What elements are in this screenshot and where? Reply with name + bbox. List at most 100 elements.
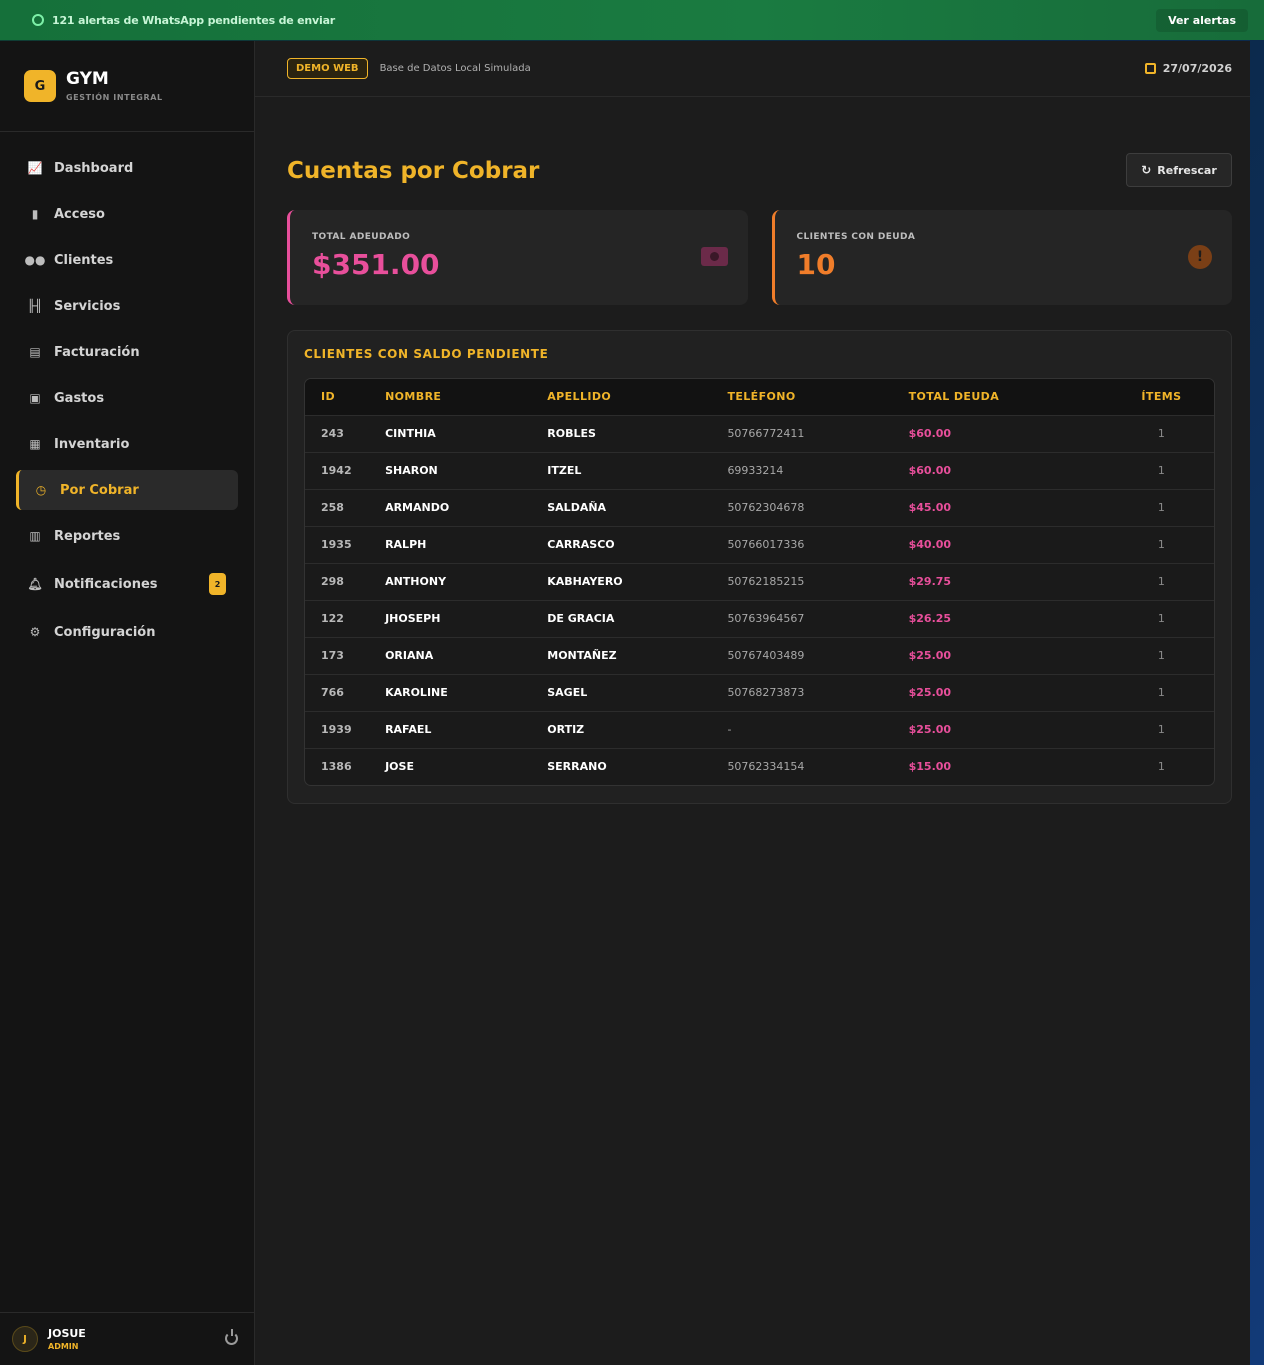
refresh-label: Refrescar (1157, 163, 1217, 177)
brand-logo: G (24, 70, 56, 102)
whatsapp-icon (32, 14, 44, 26)
brand: G GYM GESTIÓN INTEGRAL (0, 41, 254, 132)
bell-icon: 🔔︎ (27, 577, 43, 591)
sidebar-item-label: Configuración (54, 624, 156, 640)
cell-nombre: JHOSEPH (385, 612, 441, 625)
cell-total-deuda: $26.25 (908, 612, 952, 625)
table-row[interactable]: 173 ORIANA MONTAÑEZ 50767403489 $25.00 1 (305, 637, 1214, 674)
table-header-row: ID NOMBRE APELLIDO TELÉFONO TOTAL DEUDA … (305, 379, 1214, 415)
boxes-icon: ▦ (29, 437, 41, 451)
column-header-items[interactable]: ÍTEMS (1109, 379, 1214, 415)
sidebar-item-label: Facturación (54, 344, 140, 360)
column-header-id[interactable]: ID (305, 379, 385, 415)
cell-nombre: CINTHIA (385, 427, 436, 440)
sidebar-item-acceso[interactable]: ▮ Acceso (16, 194, 238, 234)
cell-id: 1935 (321, 538, 352, 551)
brand-name: GYM (66, 69, 109, 90)
cell-id: 243 (321, 427, 344, 440)
topbar: DEMO WEB Base de Datos Local Simulada 27… (255, 41, 1250, 97)
cell-items: 1 (1157, 649, 1165, 662)
sidebar-item-dashboard[interactable]: 📈 Dashboard (16, 148, 238, 188)
cell-apellido: MONTAÑEZ (547, 649, 617, 662)
cell-telefono: 50766772411 (727, 427, 805, 440)
page-content: Cuentas por Cobrar ↻ Refrescar TOTAL ADE… (255, 97, 1250, 804)
cell-total-deuda: $45.00 (908, 501, 952, 514)
cell-total-deuda: $25.00 (908, 686, 952, 699)
sidebar: G GYM GESTIÓN INTEGRAL 📈 Dashboard ▮ Acc… (0, 41, 255, 1365)
sidebar-item-configuracion[interactable]: ⚙ Configuración (16, 612, 238, 652)
table-row[interactable]: 1386 JOSE SERRANO 50762334154 $15.00 1 (305, 748, 1214, 785)
power-icon[interactable] (225, 1329, 238, 1345)
door-icon: ▮ (31, 207, 39, 221)
sidebar-item-label: Acceso (54, 206, 105, 222)
table-row[interactable]: 298 ANTHONY KABHAYERO 50762185215 $29.75… (305, 563, 1214, 600)
user-bar: J JOSUE ADMIN (0, 1312, 254, 1365)
sidebar-item-label: Dashboard (54, 160, 134, 176)
cell-id: 122 (321, 612, 344, 625)
cell-id: 173 (321, 649, 344, 662)
file-pdf-icon: ▥ (29, 529, 41, 543)
sidebar-item-por-cobrar[interactable]: ◷ Por Cobrar (16, 470, 238, 510)
sidebar-item-reportes[interactable]: ▥ Reportes (16, 516, 238, 556)
cell-nombre: SHARON (385, 464, 438, 477)
app-shell: G GYM GESTIÓN INTEGRAL 📈 Dashboard ▮ Acc… (0, 41, 1250, 1365)
table-row[interactable]: 243 CINTHIA ROBLES 50766772411 $60.00 1 (305, 415, 1214, 452)
cell-items: 1 (1157, 464, 1165, 477)
sidebar-nav: 📈 Dashboard ▮ Acceso ●● Clientes ╟╢ Serv… (0, 132, 254, 652)
sidebar-item-notificaciones[interactable]: 🔔︎ Notificaciones 2 (16, 562, 238, 606)
table-row[interactable]: 258 ARMANDO SALDAÑA 50762304678 $45.00 1 (305, 489, 1214, 526)
table-row[interactable]: 1942 SHARON ITZEL 69933214 $60.00 1 (305, 452, 1214, 489)
sidebar-item-label: Reportes (54, 528, 121, 544)
cell-nombre: RALPH (385, 538, 427, 551)
main-area: DEMO WEB Base de Datos Local Simulada 27… (255, 41, 1250, 1365)
sidebar-item-servicios[interactable]: ╟╢ Servicios (16, 286, 238, 326)
cell-nombre: ORIANA (385, 649, 434, 662)
table-row[interactable]: 1939 RAFAEL ORTIZ - $25.00 1 (305, 711, 1214, 748)
total-owed-value: $351.00 (312, 248, 440, 281)
sidebar-item-label: Clientes (54, 252, 114, 268)
pending-balance-panel: CLIENTES CON SALDO PENDIENTE ID NOMBRE A… (287, 330, 1232, 804)
cell-items: 1 (1157, 501, 1165, 514)
cell-nombre: ANTHONY (385, 575, 447, 588)
user-role: ADMIN (48, 1342, 79, 1351)
sidebar-item-gastos[interactable]: ▣ Gastos (16, 378, 238, 418)
table-row[interactable]: 1935 RALPH CARRASCO 50766017336 $40.00 1 (305, 526, 1214, 563)
date-text: 27/07/2026 (1162, 62, 1232, 75)
cell-apellido: ROBLES (547, 427, 596, 440)
cell-apellido: DE GRACIA (547, 612, 615, 625)
table-row[interactable]: 766 KAROLINE SAGEL 50768273873 $25.00 1 (305, 674, 1214, 711)
table-row[interactable]: 122 JHOSEPH DE GRACIA 50763964567 $26.25… (305, 600, 1214, 637)
sidebar-item-inventario[interactable]: ▦ Inventario (16, 424, 238, 464)
invoice-icon: ▤ (29, 345, 41, 359)
total-owed-label: TOTAL ADEUDADO (312, 232, 411, 242)
banner-message: 121 alertas de WhatsApp pendientes de en… (32, 14, 335, 27)
cell-items: 1 (1157, 427, 1165, 440)
exclamation-icon: ! (1188, 245, 1212, 269)
cell-apellido: SAGEL (547, 686, 588, 699)
sidebar-item-clientes[interactable]: ●● Clientes (16, 240, 238, 280)
cell-nombre: KAROLINE (385, 686, 448, 699)
cell-items: 1 (1157, 723, 1165, 736)
avatar: J (12, 1326, 38, 1352)
view-alerts-button[interactable]: Ver alertas (1156, 8, 1248, 32)
refresh-button[interactable]: ↻ Refrescar (1126, 153, 1232, 187)
cell-telefono: 50768273873 (727, 686, 805, 699)
current-date: 27/07/2026 (1144, 62, 1232, 75)
page-title: Cuentas por Cobrar (287, 158, 540, 184)
dumbbell-icon: ╟╢ (27, 299, 43, 313)
cell-telefono: 50767403489 (727, 649, 805, 662)
column-header-total-deuda[interactable]: TOTAL DEUDA (909, 379, 1109, 415)
stats-row: TOTAL ADEUDADO $351.00 CLIENTES CON DEUD… (287, 210, 1232, 305)
column-header-apellido[interactable]: APELLIDO (547, 379, 727, 415)
sidebar-item-facturacion[interactable]: ▤ Facturación (16, 332, 238, 372)
column-header-telefono[interactable]: TELÉFONO (727, 379, 908, 415)
cell-nombre: ARMANDO (385, 501, 450, 514)
cell-total-deuda: $60.00 (908, 464, 952, 477)
money-bill-icon (700, 247, 728, 266)
cell-total-deuda: $15.00 (908, 760, 952, 774)
window-frame: 121 alertas de WhatsApp pendientes de en… (0, 0, 1264, 1365)
column-header-nombre[interactable]: NOMBRE (385, 379, 547, 415)
cell-nombre: RAFAEL (385, 723, 432, 736)
calendar-icon (1144, 63, 1156, 74)
cell-id: 298 (321, 575, 344, 588)
